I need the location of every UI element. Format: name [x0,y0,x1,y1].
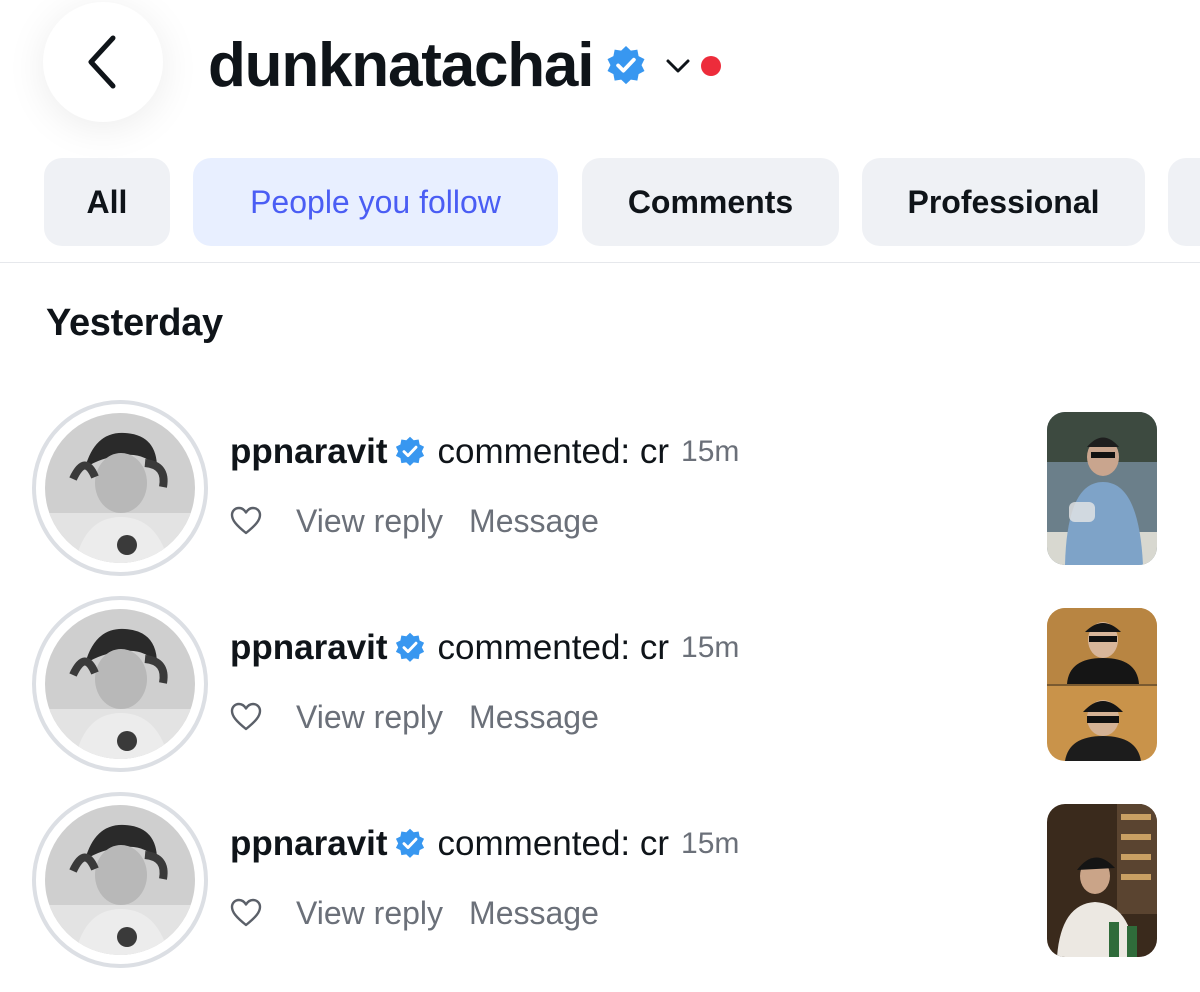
notification-row[interactable]: ppnaravit commented: cr 15m View reply M… [0,400,1200,576]
notification-actions: View reply Message [230,500,599,542]
comment-text: commented: cr [437,824,670,863]
post-thumbnail[interactable] [1047,804,1157,957]
avatar-image [45,609,195,759]
section-title: Yesterday [46,302,223,344]
avatar-image [45,413,195,563]
message-link[interactable]: Message [469,503,599,540]
verified-badge-icon [605,45,647,87]
filter-chip-comments[interactable]: Comments [582,158,839,246]
account-title: dunknatachai [208,31,594,100]
message-link[interactable]: Message [469,699,599,736]
notification-row[interactable]: ppnaravit commented: cr 15m View reply M… [0,792,1200,968]
avatar[interactable] [32,792,208,968]
chevron-down-icon[interactable] [665,53,691,79]
avatar[interactable] [32,596,208,772]
notification-text: ppnaravit commented: cr 15m [230,820,739,868]
filter-chip-all[interactable]: All [44,158,170,246]
notification-actions: View reply Message [230,696,599,738]
username-link[interactable]: ppnaravit [230,824,388,864]
view-reply-link[interactable]: View reply [296,503,443,540]
filter-chip-partial[interactable] [1168,158,1200,246]
heart-icon[interactable] [230,505,262,537]
chevron-left-icon [88,35,116,89]
timestamp: 15m [681,435,740,468]
filter-chip-professional[interactable]: Professional [862,158,1145,246]
verified-badge-icon [394,436,426,468]
username-link[interactable]: ppnaravit [230,628,388,668]
timestamp: 15m [681,631,740,664]
notification-dot [701,56,722,76]
filter-chips: All People you follow Comments Professio… [0,158,1200,246]
username-link[interactable]: ppnaravit [230,432,388,472]
header: dunknatachai [0,0,1200,140]
post-thumbnail[interactable] [1047,608,1157,761]
verified-badge-icon [394,828,426,860]
notifications-page: dunknatachai All People you follow Comme… [0,0,1200,992]
verified-badge-icon [394,632,426,664]
message-link[interactable]: Message [469,895,599,932]
back-button[interactable] [43,2,163,122]
heart-icon[interactable] [230,897,262,929]
comment-text: commented: cr [437,432,670,471]
notification-text: ppnaravit commented: cr 15m [230,624,739,672]
divider [0,262,1200,263]
filter-chip-people-you-follow[interactable]: People you follow [193,158,558,246]
comment-text: commented: cr [437,628,670,667]
account-switcher[interactable]: dunknatachai [208,28,722,104]
post-thumbnail[interactable] [1047,412,1157,565]
heart-icon[interactable] [230,701,262,733]
avatar[interactable] [32,400,208,576]
notification-actions: View reply Message [230,892,599,934]
timestamp: 15m [681,827,740,860]
avatar-image [45,805,195,955]
notification-text: ppnaravit commented: cr 15m [230,428,739,476]
view-reply-link[interactable]: View reply [296,895,443,932]
notification-row[interactable]: ppnaravit commented: cr 15m View reply M… [0,596,1200,772]
view-reply-link[interactable]: View reply [296,699,443,736]
